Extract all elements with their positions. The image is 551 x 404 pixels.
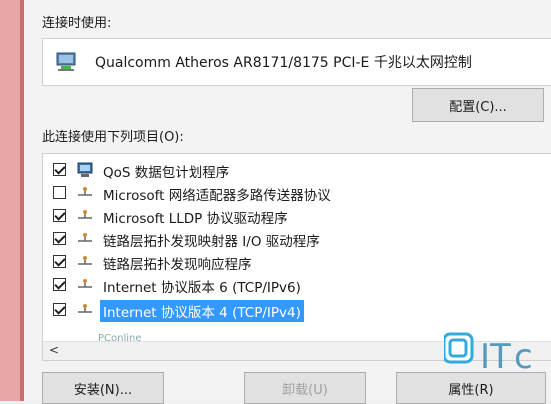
install-button[interactable]: 安装(N)...: [42, 372, 164, 404]
scroll-left-icon[interactable]: <: [49, 343, 59, 357]
network-protocol-icon: [78, 304, 92, 313]
qos-scheduler-icon: [77, 162, 93, 177]
item-label: Microsoft 网络适配器多路传送器协议: [103, 188, 331, 204]
item-checkbox[interactable]: [53, 303, 66, 316]
item-checkbox[interactable]: [53, 255, 66, 268]
network-protocol-icon: [78, 256, 92, 265]
adapter-name: Qualcomm Atheros AR8171/8175 PCI-E 千兆以太网…: [95, 55, 472, 71]
properties-panel: 连接时使用: Qualcomm Atheros AR8171/8175 PCI-…: [24, 0, 551, 404]
item-label: Microsoft LLDP 协议驱动程序: [103, 211, 288, 227]
connect-using-label: 连接时使用:: [42, 16, 112, 31]
list-item[interactable]: QoS 数据包计划程序: [43, 159, 551, 181]
item-label: Internet 协议版本 4 (TCP/IPv4): [100, 300, 304, 322]
window-edge: [0, 0, 24, 401]
item-label: 链路层拓扑发现响应程序: [103, 257, 252, 273]
network-protocol-icon: [78, 279, 92, 288]
list-item-selected[interactable]: Internet 协议版本 4 (TCP/IPv4): [43, 299, 551, 322]
item-label: Internet 协议版本 6 (TCP/IPv6): [103, 280, 301, 296]
item-label: QoS 数据包计划程序: [103, 165, 230, 181]
network-adapter-icon: [56, 52, 76, 71]
list-item[interactable]: Internet 协议版本 6 (TCP/IPv6): [43, 274, 551, 296]
item-checkbox[interactable]: [53, 186, 66, 199]
svg-text:c: c: [514, 337, 533, 377]
item-checkbox[interactable]: [53, 278, 66, 291]
svg-text:IT: IT: [480, 337, 511, 377]
list-item[interactable]: 链路层拓扑发现映射器 I/O 驱动程序: [43, 228, 551, 250]
list-item[interactable]: Microsoft LLDP 协议驱动程序: [43, 205, 551, 227]
watermark-logo-icon: IT c: [444, 332, 533, 377]
items-label: 此连接使用下列项目(O):: [42, 130, 184, 145]
item-checkbox[interactable]: [53, 163, 66, 176]
item-checkbox[interactable]: [53, 209, 66, 222]
uninstall-button[interactable]: 卸载(U): [244, 372, 366, 404]
adapter-box: Qualcomm Atheros AR8171/8175 PCI-E 千兆以太网…: [42, 38, 551, 86]
item-checkbox[interactable]: [53, 232, 66, 245]
item-label: 链路层拓扑发现映射器 I/O 驱动程序: [103, 234, 320, 250]
configure-button[interactable]: 配置(C)...: [412, 88, 544, 122]
network-protocol-icon: [78, 210, 92, 219]
network-protocol-icon: [78, 233, 92, 242]
watermark-text: PConline: [98, 333, 142, 344]
list-item[interactable]: Microsoft 网络适配器多路传送器协议: [43, 182, 551, 204]
list-item[interactable]: 链路层拓扑发现响应程序: [43, 251, 551, 273]
network-protocol-icon: [78, 187, 92, 196]
